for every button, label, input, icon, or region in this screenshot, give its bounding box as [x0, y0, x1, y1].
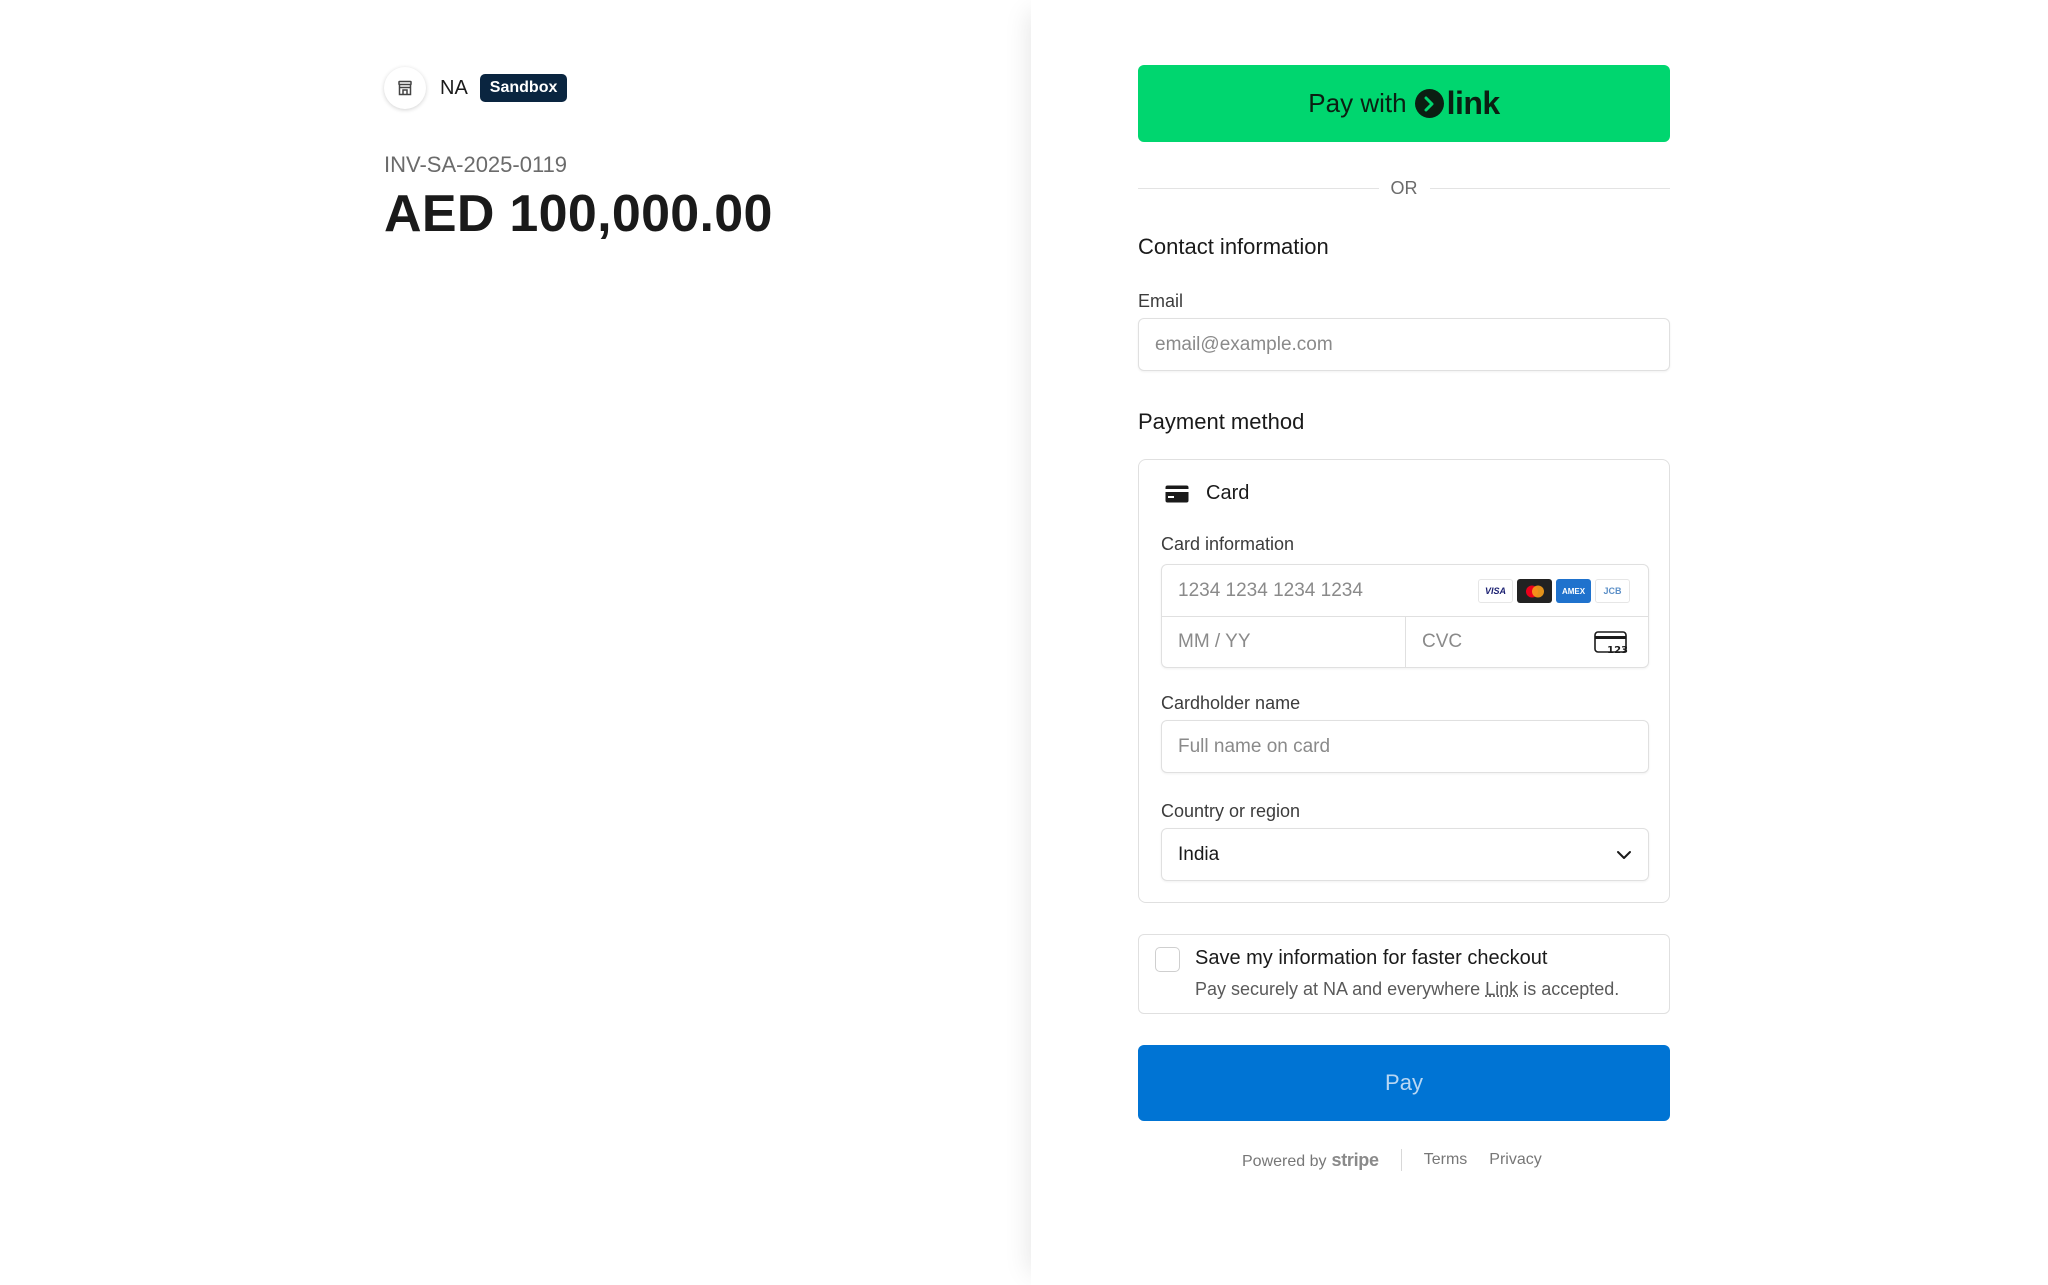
card-info-label: Card information — [1161, 534, 1295, 554]
checkout-page: NA Sandbox INV-SA-2025-0119 AED 100,000.… — [0, 0, 2048, 1285]
save-info-title: Save my information for faster checkout — [1195, 947, 1548, 969]
link-wordmark: link — [1446, 85, 1501, 121]
total-amount: AED 100,000.00 — [384, 185, 773, 243]
card-brands: VISA AMEX JCB — [1478, 579, 1630, 603]
save-info-sub-before: Pay securely at NA and everywhere — [1195, 979, 1486, 999]
cardholder-name-field[interactable] — [1161, 720, 1649, 773]
footer: Powered by stripe Terms Privacy — [1242, 1149, 1542, 1171]
divider-line — [1429, 187, 1670, 189]
card-info-group: 1234 1234 1234 1234 VISA AMEX JCB MM / Y… — [1161, 564, 1649, 668]
link-button-label: Pay with — [1308, 88, 1407, 118]
cvc-icon-text: 123 — [1607, 645, 1628, 655]
email-field[interactable] — [1138, 318, 1670, 371]
contact-info-title: Contact information — [1138, 234, 1329, 259]
jcb-icon: JCB — [1595, 579, 1630, 603]
mastercard-icon — [1517, 579, 1552, 603]
country-select[interactable]: India — [1161, 828, 1649, 881]
divider-line — [1138, 187, 1379, 189]
chevron-down-icon — [1617, 850, 1631, 859]
card-number-row: 1234 1234 1234 1234 VISA AMEX JCB — [1162, 565, 1648, 616]
privacy-link[interactable]: Privacy — [1489, 1151, 1541, 1169]
sandbox-badge: Sandbox — [479, 74, 568, 102]
link-info-link[interactable]: Link — [1485, 979, 1518, 999]
payment-method-box: Card Card information 1234 1234 1234 123… — [1138, 459, 1670, 903]
or-divider: OR — [1138, 174, 1670, 202]
merchant-name: NA — [440, 76, 468, 99]
visa-icon: VISA — [1478, 579, 1513, 603]
link-chevron-icon — [1414, 89, 1444, 118]
or-label: OR — [1390, 177, 1418, 198]
email-label: Email — [1138, 291, 1184, 311]
footer-divider — [1400, 1149, 1402, 1171]
invoice-id: INV-SA-2025-0119 — [384, 152, 568, 177]
expiry-input[interactable]: MM / YY — [1162, 617, 1405, 668]
link-logo: link — [1414, 85, 1501, 122]
terms-link[interactable]: Terms — [1424, 1151, 1468, 1169]
powered-by-stripe[interactable]: Powered by stripe — [1242, 1150, 1379, 1171]
cvc-icon: 123 — [1594, 630, 1628, 655]
save-info-sub-after: is accepted. — [1518, 979, 1620, 999]
country-value: India — [1178, 843, 1220, 865]
card-icon — [1165, 485, 1189, 502]
save-info-box: Save my information for faster checkout … — [1138, 934, 1670, 1014]
save-info-subtext: Pay securely at NA and everywhere Link i… — [1195, 979, 1619, 1000]
payment-method-title: Payment method — [1138, 409, 1305, 434]
card-method-label: Card — [1206, 482, 1250, 504]
order-summary-pane: NA Sandbox INV-SA-2025-0119 AED 100,000.… — [0, 0, 1031, 1285]
amex-icon: AMEX — [1556, 579, 1591, 603]
cvc-placeholder: CVC — [1422, 631, 1463, 652]
country-label: Country or region — [1161, 801, 1301, 821]
merchant-header: NA Sandbox — [384, 67, 568, 109]
powered-by-label: Powered by — [1242, 1152, 1327, 1170]
stripe-logo: stripe — [1331, 1149, 1380, 1170]
store-icon — [384, 67, 426, 109]
card-expiry-cvc-row: MM / YY CVC 123 — [1162, 616, 1648, 667]
cardholder-label: Cardholder name — [1161, 693, 1301, 713]
card-method-option[interactable]: Card — [1165, 482, 1249, 505]
save-info-checkbox[interactable] — [1155, 947, 1180, 972]
cvc-input[interactable]: CVC 123 — [1405, 616, 1648, 667]
cardholder-field-wrap — [1161, 720, 1649, 773]
pay-with-link-button[interactable]: Pay with link — [1138, 65, 1670, 142]
email-field-wrap — [1138, 318, 1670, 371]
pay-button[interactable]: Pay — [1138, 1045, 1670, 1121]
